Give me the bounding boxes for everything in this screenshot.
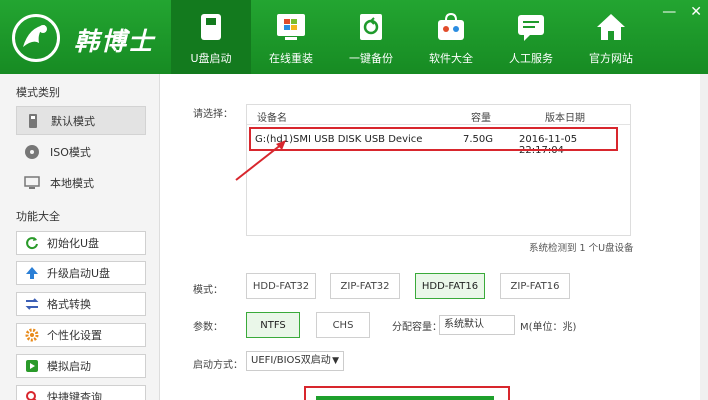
param-label: 参数：: [193, 322, 223, 333]
title-bar: 韩博士 U盘启动 在线重装 一键备份 软件大全 人工服务 官方网站 — ✕: [0, 0, 708, 74]
func-personalize[interactable]: 个性化设置: [16, 323, 146, 347]
search-icon: [26, 391, 37, 400]
home-icon: [597, 14, 625, 40]
chat-icon: [518, 15, 544, 41]
usb-drive-icon: [201, 14, 221, 40]
func-label: 格式转换: [47, 298, 91, 311]
func-label: 快捷键查询: [47, 391, 102, 400]
gear-icon: [25, 328, 39, 342]
table-header: 设备名 容量 版本日期: [247, 105, 630, 125]
window-controls: — ✕: [662, 4, 702, 20]
boot-mode-value: UEFI/BIOS双启动: [251, 355, 331, 366]
nav-label: 官方网站: [589, 52, 633, 65]
nav-label: 人工服务: [509, 52, 553, 65]
swap-icon: [25, 298, 39, 310]
func-format-convert[interactable]: 格式转换: [16, 292, 146, 316]
nav-label: 在线重装: [269, 52, 313, 65]
mode-zip-fat16[interactable]: ZIP-FAT16: [500, 273, 570, 299]
mode-label: 本地模式: [50, 176, 94, 190]
col-capacity: 容量: [471, 113, 491, 124]
start-button[interactable]: [316, 396, 494, 400]
usb-icon: [29, 113, 37, 128]
nav-support[interactable]: 人工服务: [491, 0, 571, 74]
col-device-name: 设备名: [257, 113, 287, 124]
mode-section-title: 模式类别: [16, 86, 60, 99]
mode-label: 默认模式: [51, 114, 95, 128]
nav-label: U盘启动: [190, 52, 232, 65]
windows-icon: [277, 14, 305, 40]
mode-hdd-fat16[interactable]: HDD-FAT16: [415, 273, 485, 299]
nav-label: 一键备份: [349, 52, 393, 65]
nav-usb-boot[interactable]: U盘启动: [171, 0, 251, 74]
mode-hdd-fat32[interactable]: HDD-FAT32: [246, 273, 316, 299]
annotation-arrow: [235, 140, 286, 181]
func-init-usb[interactable]: 初始化U盘: [16, 231, 146, 255]
func-upgrade-usb[interactable]: 升级启动U盘: [16, 261, 146, 285]
monitor-icon: [24, 175, 40, 189]
func-label: 模拟启动: [47, 360, 91, 373]
mode-local[interactable]: 本地模式: [16, 168, 146, 197]
func-label: 初始化U盘: [47, 237, 100, 250]
func-label: 个性化设置: [47, 329, 102, 342]
disc-icon: [25, 144, 39, 159]
device-highlight-box: [249, 127, 618, 151]
alloc-label: 分配容量：: [392, 322, 442, 333]
func-hotkey-lookup[interactable]: 快捷键查询: [16, 385, 146, 400]
mode-label: ISO模式: [50, 145, 91, 159]
nav-software[interactable]: 软件大全: [411, 0, 491, 74]
boot-mode-select[interactable]: UEFI/BIOS双启动 ▼: [246, 351, 344, 371]
refresh-icon: [26, 237, 38, 250]
scrollbar[interactable]: [700, 74, 708, 400]
boot-label: 启动方式：: [193, 360, 243, 371]
nav-online-reinstall[interactable]: 在线重装: [251, 0, 331, 74]
alloc-value: 系统默认: [444, 319, 484, 330]
backup-icon: [360, 14, 382, 40]
param-chs[interactable]: CHS: [316, 312, 370, 338]
close-button[interactable]: ✕: [690, 4, 702, 20]
param-ntfs[interactable]: NTFS: [246, 312, 300, 338]
app-logo: 韩博士: [8, 8, 168, 66]
col-version-date: 版本日期: [545, 113, 585, 124]
func-section-title: 功能大全: [16, 210, 60, 223]
apps-bag-icon: [438, 12, 464, 40]
sidebar: 模式类别 默认模式 ISO模式 本地模式 功能大全 初始化U盘 升级启动U盘 格…: [0, 74, 160, 400]
device-table: 设备名 容量 版本日期 G:(hd1)SMI USB DISK USB Devi…: [246, 104, 631, 236]
logo-text: 韩博士: [74, 27, 156, 56]
mode-default[interactable]: 默认模式: [16, 106, 146, 135]
mode-iso[interactable]: ISO模式: [16, 137, 146, 166]
alloc-unit: M(单位：兆): [520, 322, 577, 333]
func-simulate-boot[interactable]: 模拟启动: [16, 354, 146, 378]
arrow-up-icon: [26, 267, 38, 279]
select-label: 请选择：: [193, 109, 233, 120]
minimize-button[interactable]: —: [662, 4, 676, 20]
func-label: 升级启动U盘: [47, 267, 111, 280]
nav-backup[interactable]: 一键备份: [331, 0, 411, 74]
logo-emblem: [12, 14, 60, 62]
chevron-down-icon: ▼: [332, 356, 339, 366]
main-nav: U盘启动 在线重装 一键备份 软件大全 人工服务 官方网站: [171, 0, 651, 74]
play-icon: [26, 360, 38, 372]
nav-official-site[interactable]: 官方网站: [571, 0, 651, 74]
nav-label: 软件大全: [429, 52, 473, 65]
mode-label: 模式：: [193, 285, 223, 296]
detected-count: 系统检测到 1 个U盘设备: [529, 243, 634, 254]
mode-zip-fat32[interactable]: ZIP-FAT32: [330, 273, 400, 299]
alloc-input[interactable]: 系统默认: [439, 315, 515, 335]
